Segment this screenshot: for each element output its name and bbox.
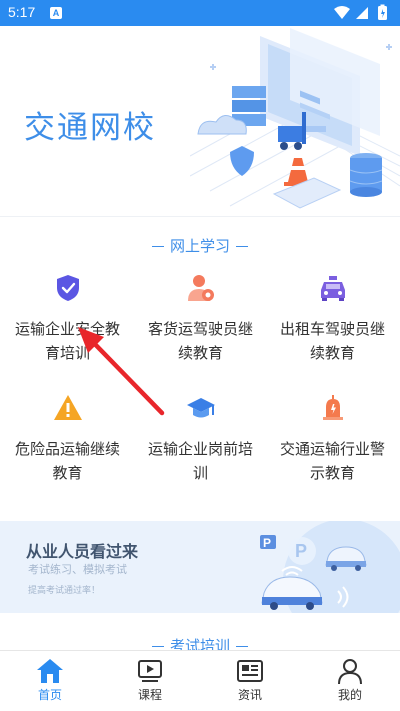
nav-label: 资讯 (237, 688, 262, 702)
home-icon (37, 659, 63, 683)
nav-item-news[interactable]: 资讯 (200, 651, 300, 706)
parking-illustration: P P (260, 521, 400, 613)
annotation-arrow (78, 327, 165, 416)
promo-banner[interactable]: 从业人员看过来 考试练习、模拟考试 提高考试通过率！ P P (0, 521, 400, 613)
section-title-online: 网上学习 (0, 235, 400, 256)
shield-check-icon (56, 275, 79, 301)
taxi-icon (320, 276, 345, 301)
nav-label: 首页 (37, 688, 62, 702)
bottom-nav: 首页 课程 资讯 我的 (0, 650, 400, 705)
title-dash-left (151, 646, 164, 647)
nav-item-profile[interactable]: 我的 (300, 651, 400, 706)
alarm-bell-icon (322, 395, 343, 420)
battery-icon (378, 4, 387, 20)
driver-person-icon (187, 275, 214, 301)
notification-icon: A (50, 7, 62, 19)
title-dash-right (236, 646, 248, 647)
grid-label: 交通运输行业警示教育 (279, 440, 385, 482)
promo-note: 提高考试通过率！ (28, 586, 101, 596)
nav-item-home[interactable]: 首页 (0, 651, 100, 706)
grid-label: 出租车驾驶员继续教育 (279, 320, 385, 362)
banner-title: 交通网校 (24, 110, 156, 146)
grid-label: 运输企业岗前培训 (147, 440, 253, 482)
nav-label: 课程 (137, 688, 162, 702)
status-time: 5:17 (8, 4, 36, 20)
status-icons (334, 4, 387, 20)
divider (0, 216, 400, 217)
promo-title: 从业人员看过来 (26, 542, 139, 561)
grid-label: 危险品运输继续教育 (14, 440, 120, 482)
status-bar: 5:17 A (0, 0, 400, 26)
signal-icon (356, 7, 368, 19)
title-dash-left (151, 246, 164, 247)
wifi-icon (334, 6, 350, 19)
nav-label: 我的 (337, 688, 362, 702)
svg-text:P: P (263, 536, 271, 550)
promo-subtitle: 考试练习、模拟考试 (28, 563, 127, 576)
graduation-cap-icon (186, 398, 215, 418)
svg-text:P: P (295, 541, 307, 561)
news-icon (237, 660, 263, 682)
nav-item-courses[interactable]: 课程 (100, 651, 200, 706)
banner-illustration (190, 28, 400, 209)
banner[interactable]: 交通网校 (0, 26, 400, 216)
grid-item-taxi-driver[interactable]: 出租车驾驶员继续教育 (266, 273, 399, 365)
play-screen-icon (138, 660, 162, 682)
grid-item-warning-education[interactable]: 交通运输行业警示教育 (266, 393, 399, 485)
section-title-online-text: 网上学习 (169, 237, 230, 255)
title-dash-right (236, 246, 248, 247)
home-indicator-area (0, 705, 400, 711)
user-icon (338, 659, 362, 685)
